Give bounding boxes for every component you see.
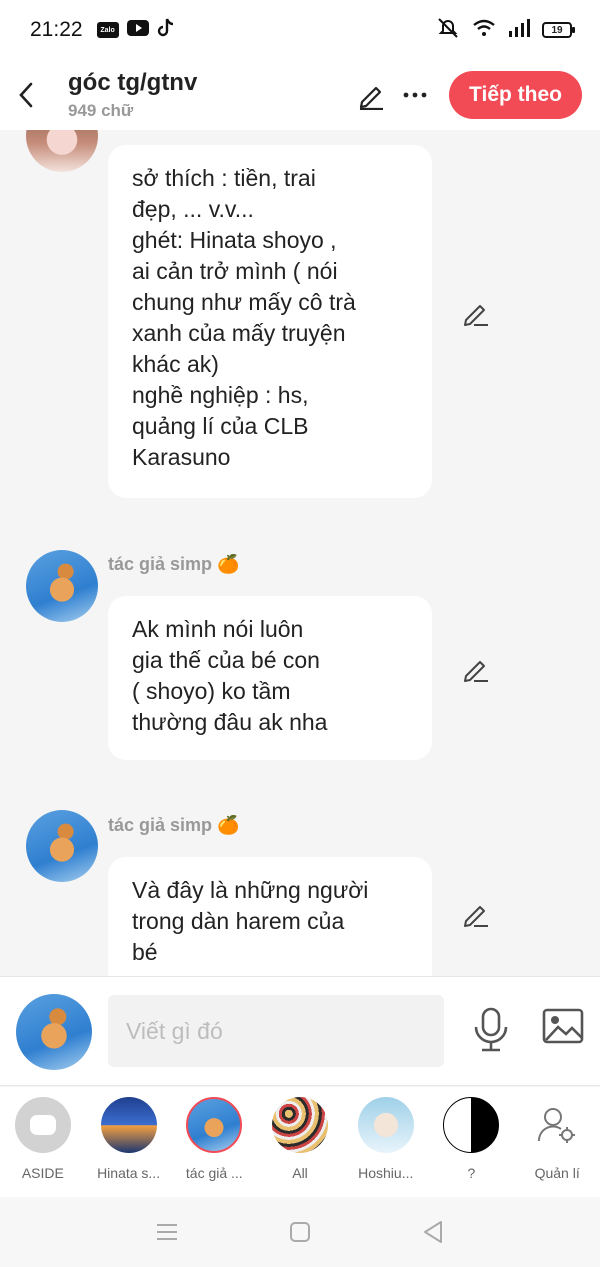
message-bubble[interactable]: sở thích : tiền, trai đẹp, ... v.v... gh… [108,145,432,498]
back-nav-icon[interactable] [422,1220,444,1244]
character-label: Hoshiu... [358,1165,414,1181]
character-all[interactable]: All [257,1087,343,1197]
back-button[interactable] [0,65,52,125]
character-hoshiumi[interactable]: Hoshiu... [343,1087,429,1197]
youtube-icon [126,19,149,41]
character-aside[interactable]: ASIDE [0,1087,86,1197]
signal-icon [508,18,530,42]
character-label: tác giả ... [185,1165,243,1181]
mute-icon [436,17,460,44]
editor-header: góc tg/gtnv 949 chữ Tiếp theo [0,60,600,130]
wifi-icon [472,18,496,43]
image-icon[interactable] [542,1007,584,1045]
character-avatar [186,1097,243,1153]
avatar[interactable] [26,550,98,622]
manage-characters[interactable]: Quản lí [514,1087,600,1197]
current-character-avatar[interactable] [16,994,92,1070]
tiktok-icon [157,18,175,43]
battery-icon: 19 [542,22,575,38]
edit-message-icon[interactable] [460,897,492,929]
message-input[interactable] [108,995,444,1067]
character-label: Quản lí [534,1165,580,1181]
character-hinata[interactable]: Hinata s... [86,1087,172,1197]
character-avatar [443,1097,500,1153]
edit-button[interactable] [349,73,393,117]
compose-bar [0,976,600,1086]
aside-icon [14,1097,71,1153]
edit-message-icon[interactable] [460,296,492,328]
character-label: All [292,1165,308,1181]
message-author: tác giả simp 🍊 [108,815,240,835]
status-app-icons: Zalo [96,18,175,43]
page-title: góc tg/gtnv [68,69,198,96]
zalo-icon: Zalo [96,22,119,38]
more-dots-icon [403,92,427,98]
message-bubble[interactable]: Và đây là những người trong dàn harem củ… [108,857,432,976]
status-time: 21:22 [30,18,83,41]
message-author: tác giả simp 🍊 [108,554,240,574]
status-bar: 21:22 Zalo 19 [0,0,600,60]
next-button[interactable]: Tiếp theo [449,71,582,119]
chat-list: sở thích : tiền, trai đẹp, ... v.v... gh… [0,130,600,976]
character-avatar [357,1097,414,1153]
avatar[interactable] [26,130,98,172]
avatar[interactable] [26,810,98,882]
status-indicators: 19 [436,17,575,44]
user-settings-icon [529,1097,585,1153]
character-avatar [272,1097,329,1153]
character-unknown[interactable]: ? [429,1087,515,1197]
character-label: ? [467,1165,476,1181]
microphone-icon[interactable] [470,1007,512,1053]
character-label: ASIDE [21,1165,64,1181]
menu-icon[interactable] [156,1223,178,1241]
word-count: 949 chữ [68,101,134,120]
header-actions: Tiếp theo [349,71,600,119]
system-nav-bar [0,1197,600,1267]
home-icon[interactable] [289,1221,311,1243]
character-author[interactable]: tác giả ... [171,1087,257,1197]
title-block: góc tg/gtnv 949 chữ [68,69,197,121]
chevron-left-icon [19,82,33,108]
character-bar: ASIDE Hinata s... tác giả ... All Hoshiu… [0,1087,600,1197]
message-bubble[interactable]: Ak mình nói luôn gia thế của bé con ( sh… [108,596,432,760]
character-label: Hinata s... [97,1165,161,1181]
edit-message-icon[interactable] [460,652,492,684]
more-button[interactable] [393,73,437,117]
character-avatar [100,1097,157,1153]
pencil-icon [359,86,384,110]
